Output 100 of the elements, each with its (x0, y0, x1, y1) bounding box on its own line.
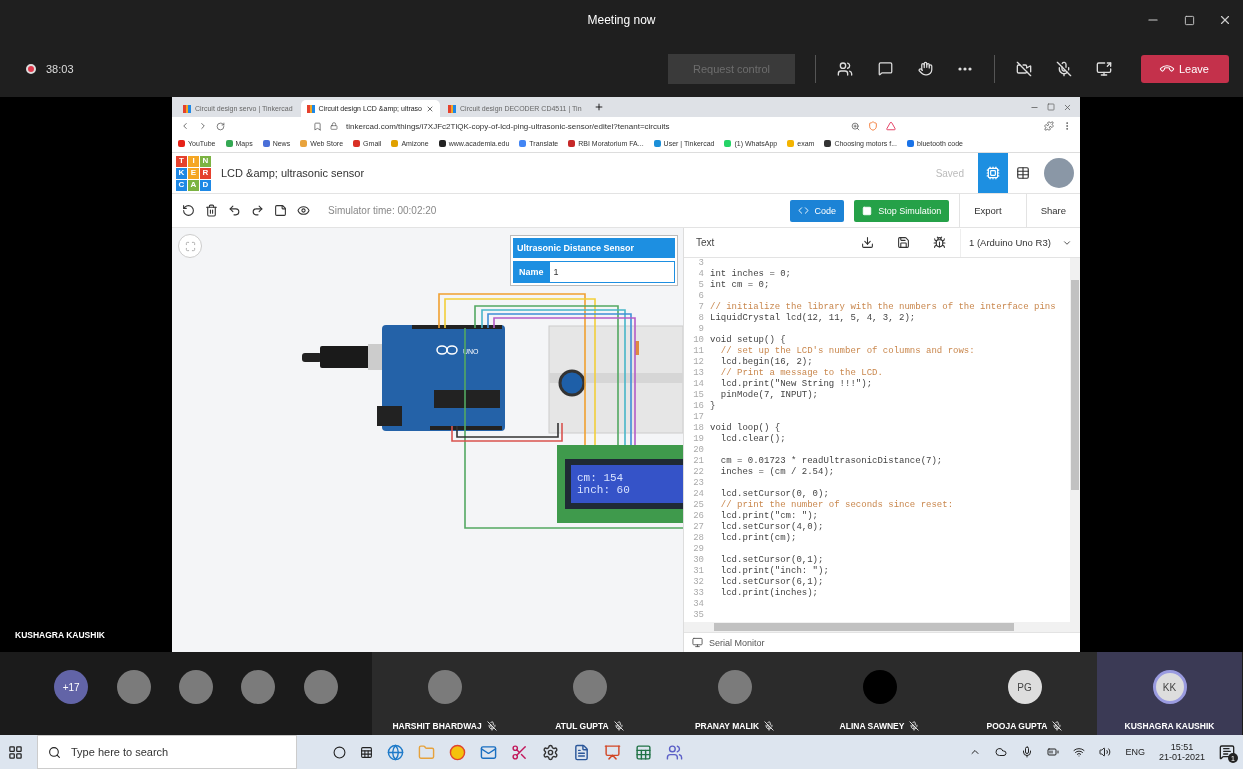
cloud-icon[interactable] (995, 746, 1008, 758)
code-line: inches = (cm / 2.54); (719, 467, 835, 478)
presenter-name: KUSHAGRA KAUSHIK (15, 630, 105, 640)
participant-tile[interactable]: PRANAY MALIK (662, 652, 807, 735)
participant-tile[interactable]: HARSHIT BHARDWAJ (372, 652, 517, 735)
code-line: lcd.print("cm: "); (719, 511, 819, 522)
participant-tile[interactable]: ATUL GUPTA (517, 652, 662, 735)
participant-tile[interactable]: ALINA SAWNEY (807, 652, 952, 735)
lock-icon (330, 122, 338, 130)
favicon-icon (448, 104, 457, 113)
code-line: cm = 0.01723 * readUltrasonicDistance(7); (719, 456, 943, 467)
avatar-initials: KK (1152, 670, 1187, 704)
code-line: lcd.print("inch: "); (719, 566, 829, 577)
line-number: 27 (692, 522, 705, 533)
scissors-icon[interactable] (511, 743, 528, 761)
language-indicator[interactable]: ENG (1125, 747, 1145, 757)
share-screen-icon (1096, 60, 1112, 77)
line-number: 33 (692, 588, 705, 599)
close-icon[interactable] (1063, 102, 1072, 112)
reload-icon[interactable] (216, 121, 225, 131)
presentation-icon[interactable] (604, 743, 621, 761)
table-icon (1016, 166, 1030, 180)
settings-icon[interactable] (542, 743, 559, 761)
monitor-icon (692, 637, 703, 648)
line-number: 16 (692, 401, 705, 412)
circuit-view-button[interactable] (978, 153, 1008, 193)
code-line: lcd.print("New String !!!"); (719, 379, 873, 390)
extensions-icon[interactable] (1044, 121, 1054, 131)
avatar-placeholder (862, 670, 897, 704)
line-number: 11 (692, 346, 705, 357)
participant-tile[interactable]: PG POOJA GUPTA (952, 652, 1097, 735)
stop-icon (862, 205, 873, 216)
notes-icon[interactable] (274, 204, 287, 217)
line-number: 15 (692, 390, 705, 401)
battery-icon[interactable] (1047, 746, 1060, 758)
search-field[interactable]: Type here to search (69, 745, 286, 759)
code-comment: // print the number of seconds since reset: (719, 500, 954, 511)
forward-icon[interactable] (198, 121, 208, 131)
spreadsheet-icon[interactable] (635, 743, 652, 761)
new-tab-icon[interactable] (593, 102, 604, 112)
mail-icon[interactable] (480, 743, 497, 761)
avatar-placeholder (717, 670, 752, 704)
eye-icon[interactable] (297, 204, 310, 217)
line-number: 22 (692, 467, 705, 478)
name-field[interactable]: 1 (549, 261, 675, 283)
line-number: 6 (697, 291, 705, 302)
avatar-initials: PG (1007, 670, 1042, 704)
participant-name: KUSHAGRA KAUSHIK (1124, 721, 1215, 731)
code-line: lcd.begin(16, 2); (719, 357, 813, 368)
code-comment: // set up the LCD's number of columns and rows: (719, 346, 975, 357)
tinkercad-logo: T I N K E R C A D (176, 155, 211, 191)
redo-icon[interactable] (251, 204, 264, 217)
overflow-count[interactable]: +17 (54, 670, 89, 704)
fit-view-icon (184, 240, 196, 252)
microphone-icon[interactable] (1021, 746, 1034, 758)
zoom-icon[interactable] (851, 121, 860, 131)
user-avatar[interactable] (1044, 158, 1074, 188)
chat-icon (877, 61, 893, 76)
code-line: LiquidCrystal lcd(12, 11, 5, 4, 3, 2); (710, 313, 916, 324)
participant-name: ALINA SAWNEY (839, 721, 905, 731)
code-line: lcd.setCursor(0, 0); (719, 489, 829, 500)
search-bar[interactable]: Type here to search (37, 735, 297, 769)
undo-icon[interactable] (228, 204, 241, 217)
back-icon[interactable] (180, 121, 190, 131)
line-number: 29 (692, 544, 705, 555)
volume-icon[interactable] (1099, 746, 1112, 758)
avatar-placeholder (303, 670, 338, 704)
code-line: } (710, 401, 716, 412)
saved-status: Saved (935, 167, 964, 179)
document-icon[interactable] (573, 743, 590, 761)
line-number: 7 (697, 302, 705, 313)
rotate-icon[interactable] (182, 204, 195, 217)
code-comment: // initialize the library with the numbers of the interface pins (710, 302, 1056, 313)
horizontal-scrollbar[interactable] (684, 622, 1080, 632)
people-icon (837, 60, 853, 77)
wifi-icon[interactable] (1073, 746, 1086, 758)
line-number: 10 (692, 335, 705, 346)
code-comment: // Print a message to the LCD. (719, 368, 883, 379)
participant-tile[interactable]: KK KUSHAGRA KAUSHIK (1097, 652, 1242, 735)
code-line: lcd.print(inches); (719, 588, 819, 599)
code-button[interactable]: Code (789, 199, 845, 222)
line-number: 9 (697, 324, 705, 335)
meeting-timer: 38:03 (46, 62, 74, 75)
window-title: Meeting now (587, 13, 656, 27)
download-icon (860, 236, 874, 249)
line-number: 25 (692, 500, 705, 511)
leave-button[interactable]: Leave (1141, 54, 1229, 83)
address-field[interactable]: tinkercad.com/things/i7XJFc2TlQK-copy-of-lcd-ping-ultrasonic-sensor/editel?tenant=circuits (346, 121, 843, 131)
vertical-scrollbar[interactable] (1070, 258, 1080, 622)
inspector-title: Ultrasonic Distance Sensor (513, 238, 675, 258)
line-number: 8 (697, 313, 705, 324)
browser-icon[interactable] (387, 743, 404, 761)
windows-start-icon[interactable] (8, 744, 23, 760)
bookmark-icon[interactable] (313, 121, 322, 131)
close-tab-icon[interactable] (426, 104, 435, 113)
triangle-icon[interactable] (886, 121, 896, 131)
line-number: 23 (692, 478, 705, 489)
delete-icon[interactable] (205, 204, 218, 217)
avatar-placeholder (427, 670, 462, 704)
more-icon (958, 66, 972, 71)
